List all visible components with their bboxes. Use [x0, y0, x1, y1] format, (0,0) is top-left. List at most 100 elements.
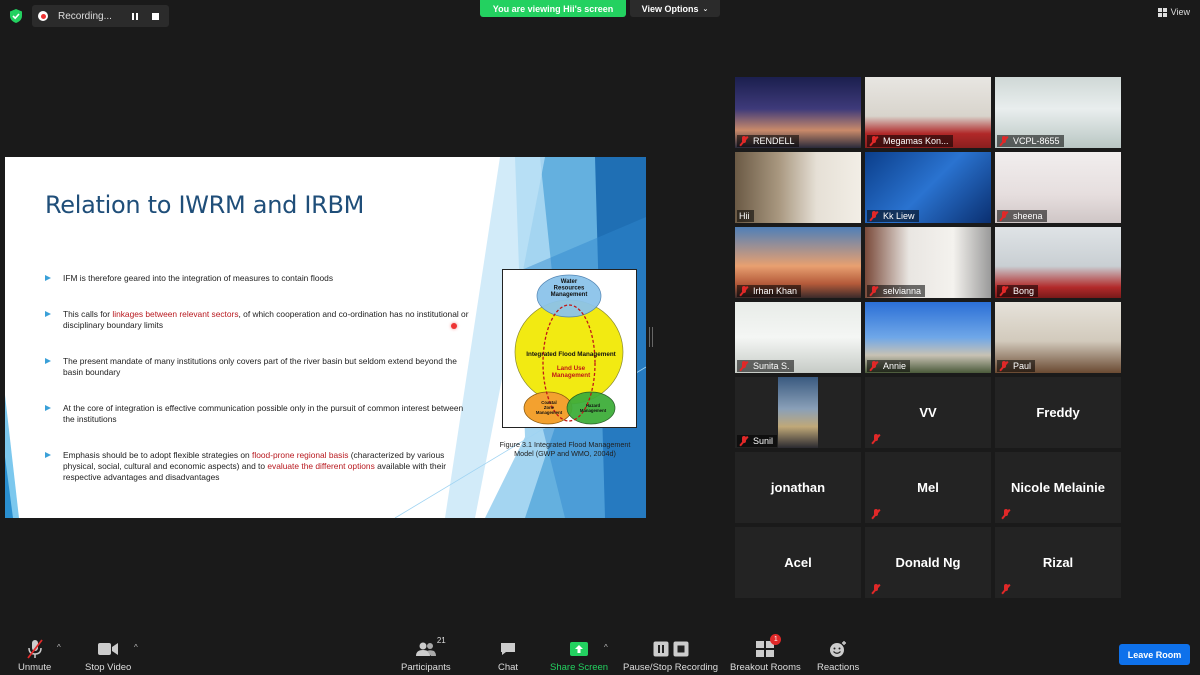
unmute-button[interactable]: Unmute: [18, 638, 51, 673]
water-label: Management: [551, 292, 588, 298]
participant-tile[interactable]: Mel: [865, 452, 991, 523]
participant-name: RENDELL: [753, 136, 795, 146]
pause-stop-recording-button[interactable]: Pause/Stop Recording: [623, 638, 718, 673]
participant-tile[interactable]: Bong: [995, 227, 1121, 298]
land-use-label: Management: [552, 372, 591, 379]
bullet-text: IFM is therefore geared into the integra…: [63, 273, 334, 283]
participant-tile[interactable]: RENDELL: [735, 77, 861, 148]
laser-pointer: [451, 323, 457, 329]
water-label: Water: [561, 279, 578, 285]
stop-recording-button[interactable]: [147, 8, 163, 24]
participant-name: Hii: [739, 211, 750, 221]
muted-mic-icon: [869, 211, 879, 221]
participant-tile[interactable]: sheena: [995, 152, 1121, 223]
stop-video-button[interactable]: Stop Video: [85, 638, 131, 673]
muted-mic-icon: [739, 436, 749, 446]
participant-name: VV: [919, 405, 937, 420]
muted-mic-icon: [1001, 509, 1011, 519]
participant-name: Rizal: [1042, 555, 1074, 570]
muted-mic-icon: [871, 434, 881, 444]
slide-bullet: Emphasis should be to adopt flexible str…: [45, 450, 475, 483]
participant-video: [778, 377, 818, 448]
participant-name: Paul: [1013, 361, 1032, 371]
share-screen-icon: [570, 642, 589, 656]
stop-recording-icon: [673, 641, 689, 657]
participant-tile[interactable]: Sunil: [735, 377, 861, 448]
participant-name-tag: Hii: [737, 210, 754, 222]
bullet-text: Emphasis should be to adopt flexible str…: [63, 450, 253, 460]
video-options-caret-icon[interactable]: ^: [134, 643, 138, 652]
unmute-label: Unmute: [18, 662, 52, 673]
reactions-label: Reactions: [817, 662, 860, 673]
view-options-button[interactable]: View Options ⌄: [630, 0, 720, 17]
participant-tile[interactable]: VCPL-8655: [995, 77, 1121, 148]
participant-tile[interactable]: Megamas Kon...: [865, 77, 991, 148]
participant-tile[interactable]: Hii: [735, 152, 861, 223]
participants-button[interactable]: 21 Participants: [401, 636, 451, 673]
participant-tile[interactable]: Donald Ng: [865, 527, 991, 598]
chat-bubble-icon: [501, 643, 516, 655]
muted-mic-icon: [869, 136, 879, 146]
figure-caption: Figure 3.1 Integrated Flood Management M…: [499, 440, 631, 458]
slide-bullet: At the core of integration is effective …: [45, 403, 475, 425]
reactions-button[interactable]: Reactions: [817, 638, 859, 673]
view-layout-button[interactable]: View: [1157, 7, 1190, 17]
participant-name-tag: Megamas Kon...: [867, 135, 953, 147]
bullet-text: This calls for: [63, 309, 113, 319]
participant-name-tag: sheena: [997, 210, 1047, 222]
participant-tile[interactable]: Rizal: [995, 527, 1121, 598]
participant-name: Acel: [784, 555, 812, 570]
muted-mic-icon: [871, 509, 881, 519]
participant-tile[interactable]: Irhan Khan: [735, 227, 861, 298]
pause-recording-button[interactable]: [127, 8, 143, 24]
slide-bullet: This calls for linkages between relevant…: [45, 309, 475, 331]
participant-tile[interactable]: Kk Liew: [865, 152, 991, 223]
participant-tile[interactable]: Annie: [865, 302, 991, 373]
split-view-divider[interactable]: [649, 327, 653, 347]
participant-tile[interactable]: Sunita S.: [735, 302, 861, 373]
shared-screen-slide: Relation to IWRM and IRBM IFM is therefo…: [5, 157, 646, 518]
participant-name: Annie: [883, 361, 907, 371]
participant-name-tag: Annie: [867, 360, 911, 372]
pause-recording-icon: [653, 641, 669, 657]
chat-button[interactable]: Chat: [498, 638, 518, 673]
participant-tile[interactable]: selvianna: [865, 227, 991, 298]
participant-video: [735, 152, 861, 223]
breakout-rooms-button[interactable]: 1 Breakout Rooms: [730, 634, 801, 673]
muted-mic-icon: [739, 286, 749, 296]
slide-bullet: IFM is therefore geared into the integra…: [45, 273, 475, 284]
participant-name-tag: Sunil: [737, 435, 778, 447]
stop-video-label: Stop Video: [85, 662, 132, 673]
slide-title: Relation to IWRM and IRBM: [45, 191, 365, 219]
share-screen-label: Share Screen: [550, 662, 609, 673]
bullet-highlight: evaluate the different options: [267, 461, 375, 471]
participant-tile[interactable]: VV: [865, 377, 991, 448]
participant-name-tag: Sunita S.: [737, 360, 794, 372]
bullet-text: The present mandate of many institutions…: [63, 356, 457, 377]
leave-room-button[interactable]: Leave Room: [1119, 644, 1190, 665]
slide-bullet-list: IFM is therefore geared into the integra…: [45, 273, 475, 508]
microphone-muted-icon: [26, 639, 43, 659]
land-use-label: Land Use: [557, 365, 586, 372]
bullet-highlight: linkages between relevant sectors: [112, 309, 239, 319]
participant-tile[interactable]: Nicole Melainie: [995, 452, 1121, 523]
shield-icon[interactable]: [8, 8, 24, 24]
participant-tile[interactable]: jonathan: [735, 452, 861, 523]
participant-name: Bong: [1013, 286, 1035, 296]
participant-tile[interactable]: Freddy: [995, 377, 1121, 448]
share-screen-button[interactable]: Share Screen: [550, 638, 608, 673]
participant-name: VCPL-8655: [1013, 136, 1060, 146]
recording-indicator: Recording...: [32, 5, 169, 27]
audio-options-caret-icon[interactable]: ^: [57, 643, 61, 652]
participants-icon: [415, 642, 436, 656]
water-label: Resources: [554, 286, 585, 292]
muted-mic-icon: [739, 361, 749, 371]
muted-mic-icon: [1001, 584, 1011, 594]
share-options-caret-icon[interactable]: ^: [604, 643, 608, 652]
participant-name-tag: Paul: [997, 360, 1036, 372]
bullet-highlight: flood-prone regional basis: [252, 450, 349, 460]
participant-tile[interactable]: Acel: [735, 527, 861, 598]
viewing-screen-banner: You are viewing Hii's screen: [480, 0, 626, 17]
participant-name: jonathan: [770, 480, 826, 495]
participant-tile[interactable]: Paul: [995, 302, 1121, 373]
